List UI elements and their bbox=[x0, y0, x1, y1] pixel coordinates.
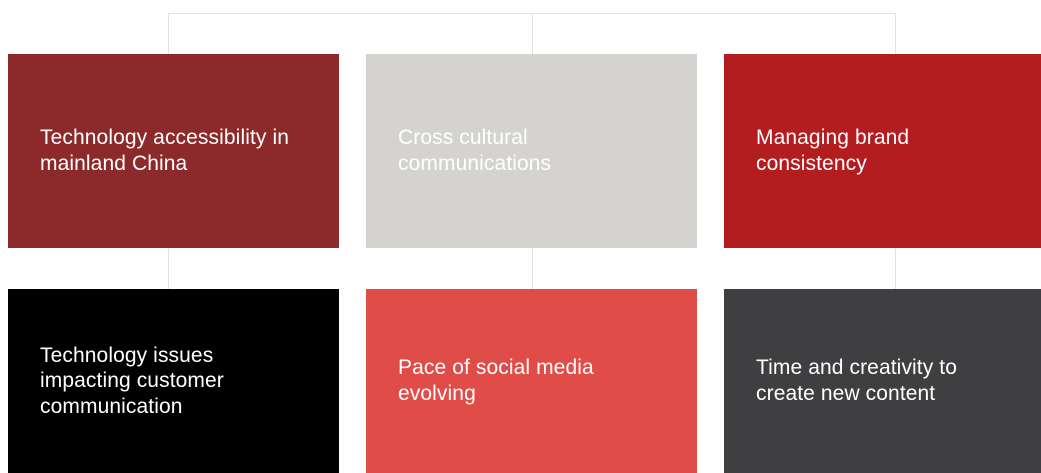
challenge-box-social-media-pace: Pace of social media evolving bbox=[366, 289, 697, 473]
challenge-label: Time and creativity to create new conten… bbox=[756, 356, 957, 405]
challenge-label: Managing brand consistency bbox=[756, 126, 910, 175]
top-connector-right bbox=[895, 13, 896, 54]
challenge-label: Technology accessibility in mainland Chi… bbox=[40, 126, 289, 175]
challenge-label: Technology issues impacting customer com… bbox=[40, 343, 224, 418]
challenge-box-technology-issues: Technology issues impacting customer com… bbox=[8, 289, 339, 473]
challenge-label: Pace of social media evolving bbox=[398, 356, 594, 405]
challenge-box-brand-consistency: Managing brand consistency bbox=[724, 54, 1041, 248]
top-connector-middle bbox=[532, 13, 533, 54]
challenge-label: Cross cultural communications bbox=[398, 126, 552, 175]
mid-connector-right bbox=[895, 248, 896, 289]
challenge-box-time-creativity: Time and creativity to create new conten… bbox=[724, 289, 1041, 473]
challenge-box-cross-cultural: Cross cultural communications bbox=[366, 54, 697, 248]
top-connector-left bbox=[168, 13, 169, 54]
mid-connector-left bbox=[168, 248, 169, 289]
challenges-diagram: Technology accessibility in mainland Chi… bbox=[0, 0, 1041, 473]
challenge-box-technology-accessibility: Technology accessibility in mainland Chi… bbox=[8, 54, 339, 248]
mid-connector-middle bbox=[532, 248, 533, 289]
